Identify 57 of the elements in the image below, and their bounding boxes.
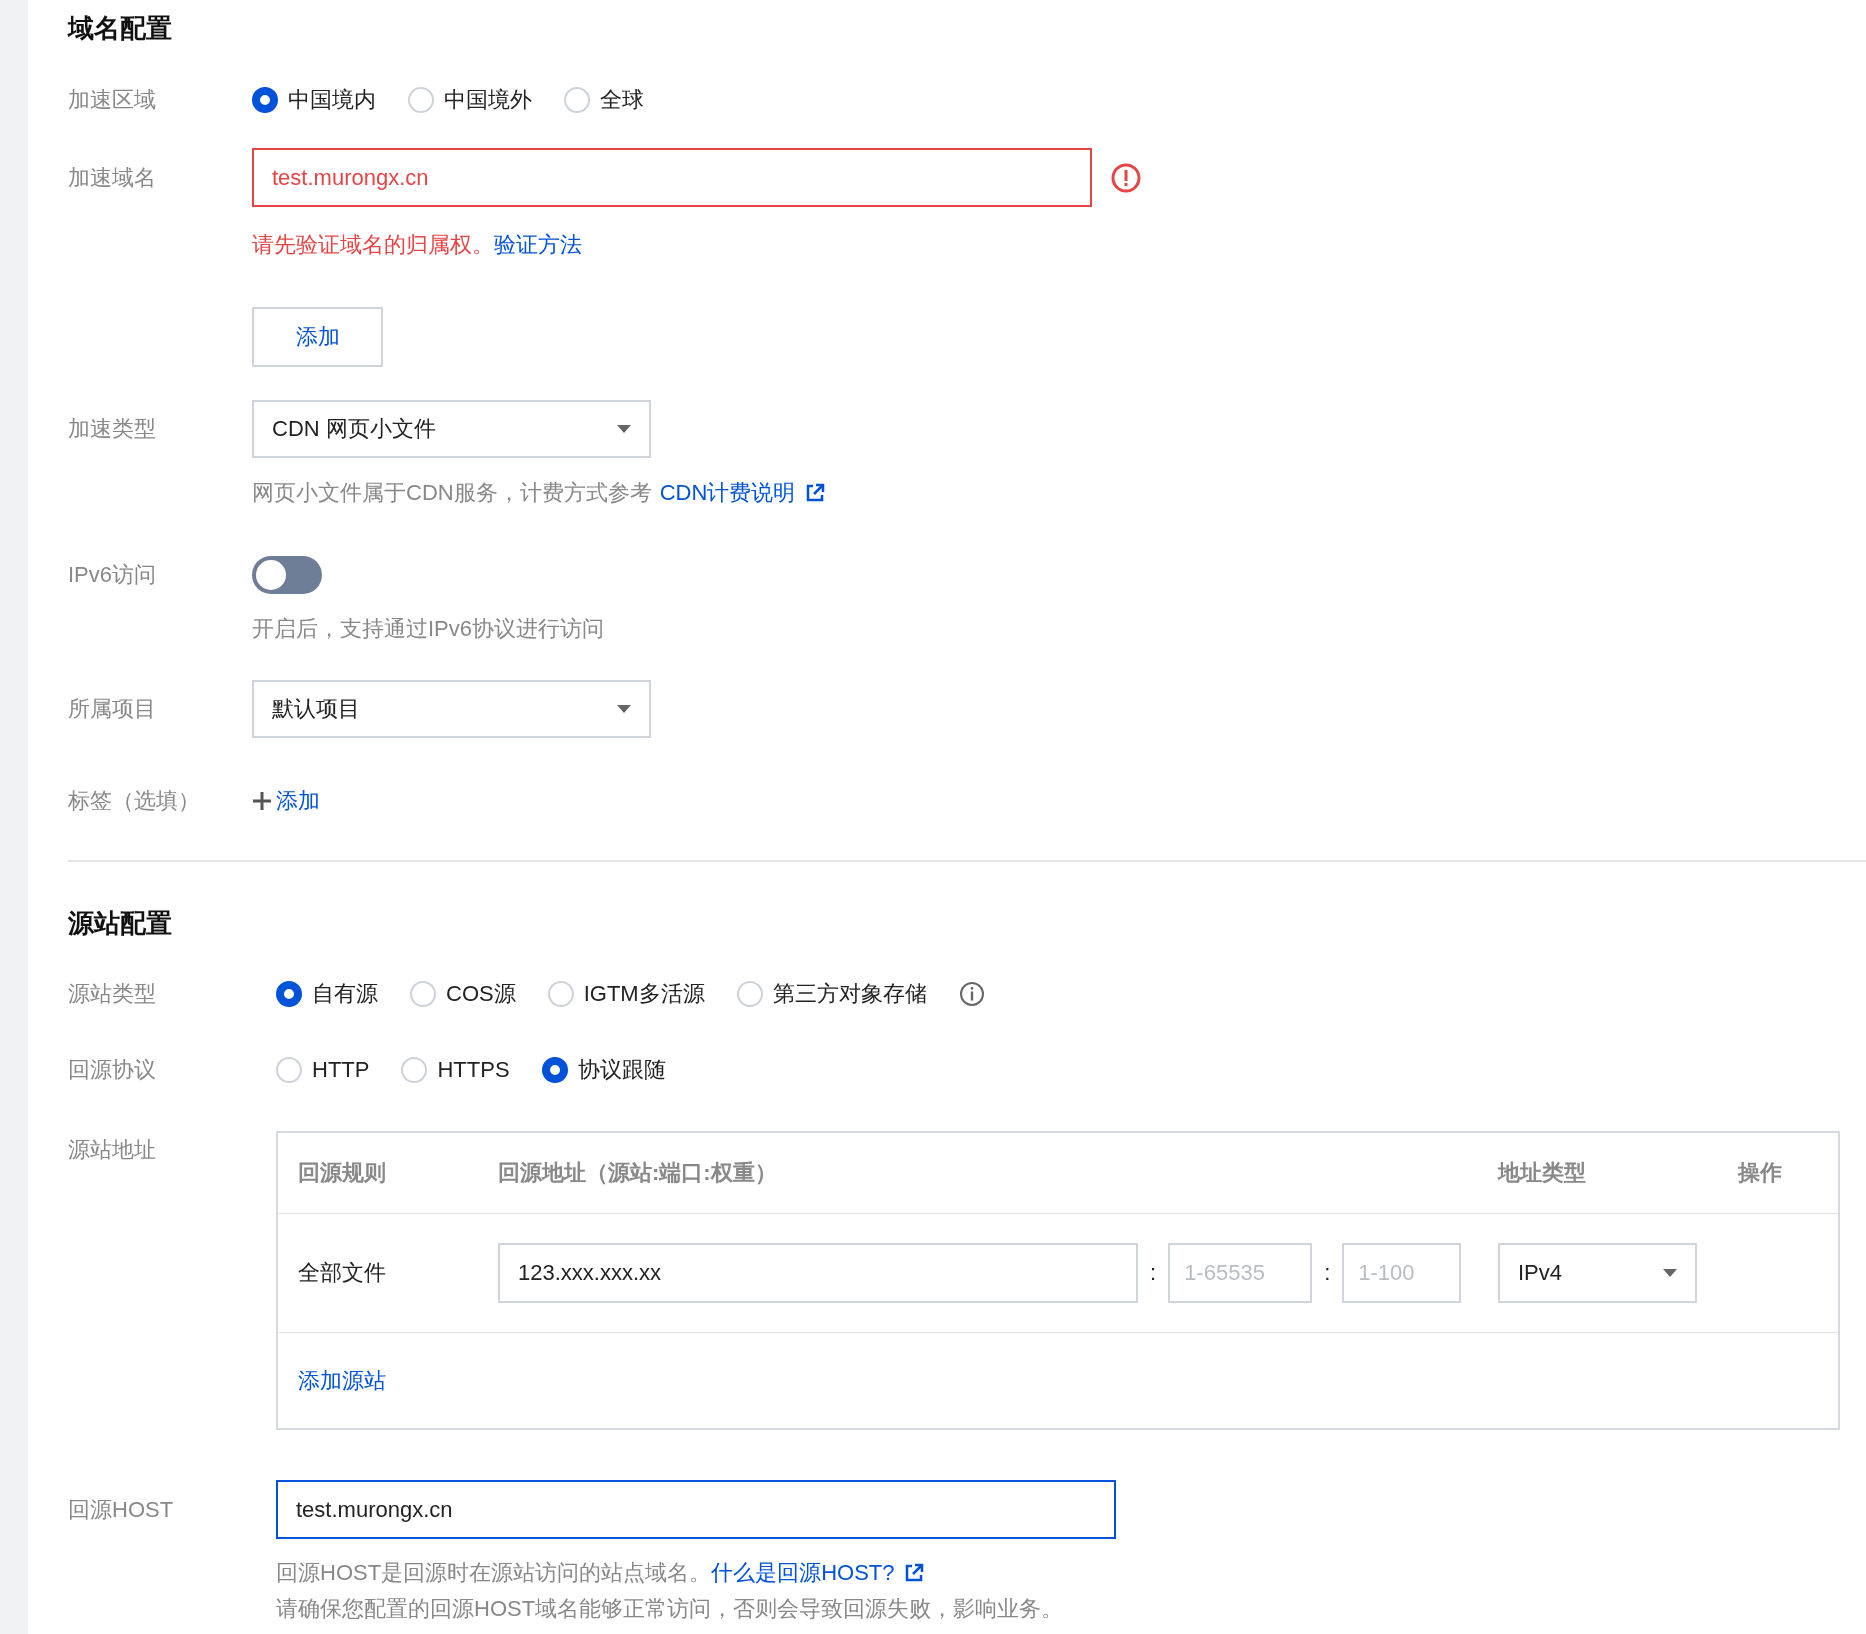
- field-label: 源站类型: [68, 980, 157, 1008]
- section-title: 域名配置: [68, 11, 173, 45]
- field-label: 加速类型: [68, 415, 157, 443]
- radio-option[interactable]: 协议跟随: [541, 1055, 666, 1085]
- table-cell-text: 全部文件: [298, 1259, 387, 1287]
- column-header: 回源规则: [298, 1159, 387, 1187]
- radio-option[interactable]: IGTM多活源: [547, 979, 705, 1009]
- colon-separator: :: [1323, 1260, 1332, 1286]
- section-title: 源站配置: [68, 906, 173, 940]
- plus-icon: [252, 791, 272, 811]
- verify-link[interactable]: 验证方法: [494, 232, 582, 257]
- radio-option[interactable]: 自有源: [276, 979, 378, 1009]
- hint-text: 回源HOST是回源时在源站访问的站点域名。: [276, 1559, 712, 1587]
- radio-option[interactable]: 全球: [564, 85, 644, 115]
- column-header: 回源地址（源站:端口:权重）: [498, 1159, 778, 1187]
- weight-input[interactable]: 1-100: [1342, 1243, 1462, 1303]
- type-select[interactable]: CDN 网页小文件: [252, 400, 651, 458]
- error-icon: [1110, 161, 1142, 194]
- address-input[interactable]: 123.xxx.xxx.xx: [498, 1243, 1138, 1303]
- field-label: 加速域名: [68, 163, 157, 192]
- hint-text: 请确保您配置的回源HOST域名能够正常访问，否则会导致回源失败，影响业务。: [276, 1595, 1064, 1623]
- host-help-link[interactable]: 什么是回源HOST?: [711, 1558, 895, 1588]
- add-button[interactable]: 添加: [252, 307, 383, 367]
- info-icon: [958, 981, 985, 1007]
- field-label: 回源协议: [68, 1056, 157, 1084]
- host-input[interactable]: test.murongx.cn: [276, 1480, 1116, 1539]
- project-select[interactable]: 默认项目: [252, 680, 651, 738]
- field-label: 源站地址: [68, 1136, 157, 1164]
- colon-separator: :: [1149, 1260, 1158, 1286]
- radio-option[interactable]: 中国境内: [252, 85, 376, 115]
- domain-input[interactable]: test.murongx.cn: [252, 148, 1092, 207]
- port-input[interactable]: 1-65535: [1168, 1243, 1313, 1303]
- caret-icon: [617, 705, 631, 713]
- column-header: 操作: [1738, 1159, 1783, 1187]
- ipv6-toggle[interactable]: [252, 556, 322, 594]
- radio-option[interactable]: COS源: [410, 979, 516, 1009]
- radio-option[interactable]: 中国境外: [408, 85, 532, 115]
- field-label: 回源HOST: [68, 1495, 175, 1524]
- error-message: 请先验证域名的归属权。验证方法: [252, 231, 582, 259]
- field-label: IPv6访问: [68, 561, 158, 589]
- radio-option[interactable]: HTTP: [276, 1057, 370, 1083]
- external-link-icon: [904, 1563, 925, 1583]
- external-link-icon: [805, 483, 826, 503]
- field-label: 标签（选填）: [68, 787, 201, 815]
- field-label: 所属项目: [68, 695, 157, 723]
- column-header: 地址类型: [1498, 1159, 1587, 1187]
- radio-option[interactable]: HTTPS: [401, 1057, 510, 1083]
- radio-option[interactable]: 第三方对象存储: [736, 979, 927, 1009]
- address-type-select[interactable]: IPv4: [1498, 1243, 1697, 1303]
- add-tag-link[interactable]: 添加: [276, 786, 320, 816]
- add-origin-link[interactable]: 添加源站: [298, 1365, 386, 1396]
- field-label: 加速区域: [68, 86, 157, 114]
- hint-text: 开启后，支持通过IPv6协议进行访问: [252, 615, 605, 643]
- billing-link[interactable]: CDN计费说明: [659, 478, 796, 508]
- caret-icon: [617, 425, 631, 433]
- caret-icon: [1663, 1269, 1677, 1277]
- hint-text: 网页小文件属于CDN服务，计费方式参考: [252, 479, 652, 507]
